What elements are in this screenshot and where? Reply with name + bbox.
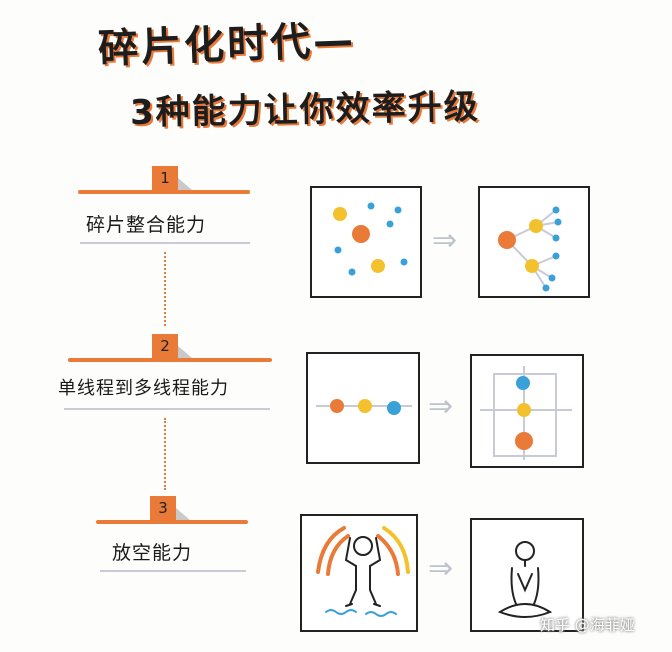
- meditating-person-icon: [497, 541, 553, 618]
- scattered-dots-icon: [333, 202, 408, 276]
- single-line-icon: [316, 399, 412, 415]
- illustrations: [316, 202, 572, 618]
- stressed-person-icon: [316, 526, 410, 617]
- watermark: 知乎 @海菲娅: [540, 616, 635, 634]
